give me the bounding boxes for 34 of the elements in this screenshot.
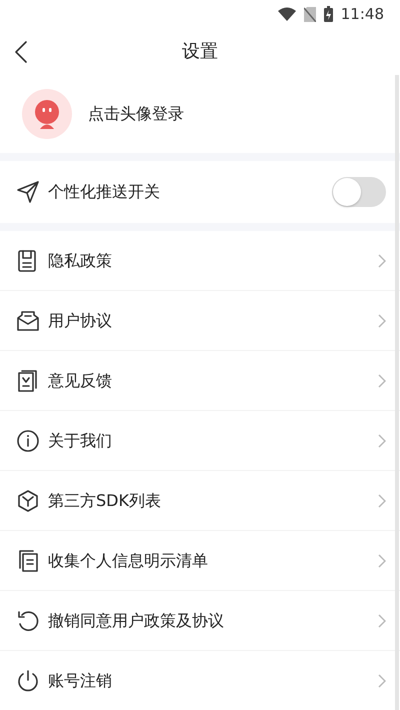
- menu-label: 意见反馈: [48, 370, 113, 392]
- toggle-switch[interactable]: [332, 177, 386, 207]
- send-icon: [16, 180, 40, 204]
- chevron-icon: [378, 674, 386, 688]
- menu-label: 账号注销: [48, 670, 113, 692]
- chevron-icon: [378, 614, 386, 628]
- feedback-icon: [16, 368, 40, 392]
- no-sim-icon: [304, 6, 316, 22]
- login-prompt[interactable]: 点击头像登录: [88, 102, 184, 126]
- menu-label: 收集个人信息明示清单: [48, 550, 209, 572]
- power-icon: [16, 668, 40, 692]
- undo-icon: [16, 608, 40, 632]
- list-icon: [16, 548, 40, 572]
- chevron-icon: [378, 314, 386, 328]
- menu-label: 第三方SDK列表: [48, 490, 162, 512]
- menu-label: 撤销同意用户政策及协议: [48, 610, 225, 632]
- menu-label: 隐私政策: [48, 250, 113, 272]
- setting-label: 个性化推送开关: [48, 181, 161, 203]
- chevron-icon: [378, 434, 386, 448]
- back-icon[interactable]: [14, 40, 28, 64]
- wifi-icon: [278, 7, 296, 21]
- clock-time: 11:48: [340, 4, 384, 25]
- chevron-icon: [378, 374, 386, 388]
- menu-label: 用户协议: [48, 310, 113, 332]
- chevron-icon: [378, 494, 386, 508]
- cube-icon: [16, 488, 40, 512]
- avatar[interactable]: [22, 89, 72, 139]
- info-icon: [16, 428, 40, 452]
- menu-label: 关于我们: [48, 430, 113, 452]
- chevron-icon: [378, 554, 386, 568]
- envelope-icon: [16, 308, 40, 332]
- page-title: 设置: [182, 40, 218, 64]
- battery-charging-icon: [324, 6, 333, 22]
- chevron-icon: [378, 254, 386, 268]
